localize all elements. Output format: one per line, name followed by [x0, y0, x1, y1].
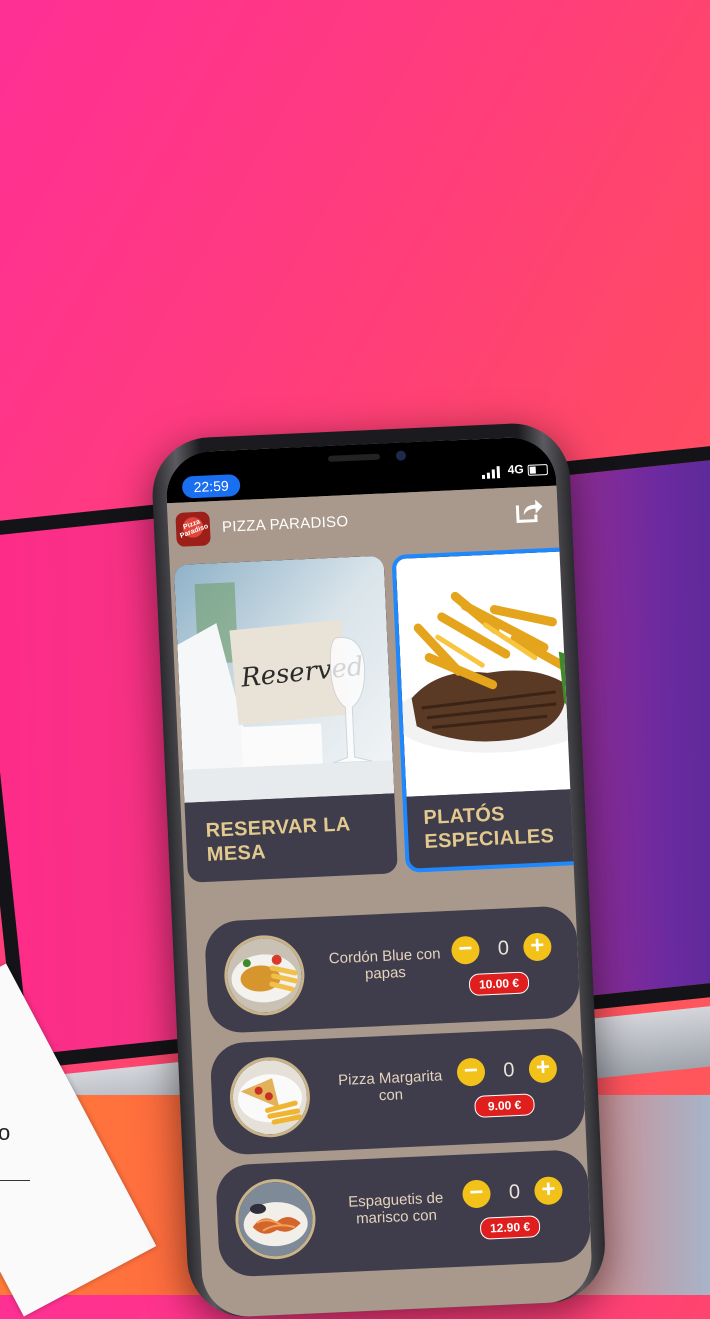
background-paper-line — [0, 1180, 30, 1181]
quantity-stepper: − 0 + — [456, 1054, 565, 1089]
price-badge: 10.00 € — [468, 971, 530, 997]
reserved-table-photo: Reserved — [173, 555, 395, 803]
dish-thumbnail — [228, 1055, 312, 1140]
status-time: 22:59 — [181, 473, 241, 499]
decrease-quantity-button[interactable]: − — [456, 1057, 486, 1087]
menu-item[interactable]: Cordón Blue con papas − 0 + 10.00 € — [203, 905, 581, 1034]
app-logo-text: Pizza Paradiso — [179, 518, 210, 540]
quantity-value: 0 — [508, 1180, 521, 1204]
notch — [269, 440, 451, 483]
app-logo[interactable]: Pizza Paradiso — [175, 511, 211, 547]
menu-item[interactable]: Pizza Margarita con − 0 + 9.00 € — [209, 1027, 587, 1156]
quantity-stepper: − 0 + — [461, 1175, 571, 1211]
dish-name: Cordón Blue con papas — [328, 945, 441, 983]
dish-name: Pizza Margarita con — [337, 1067, 443, 1105]
price-badge: 12.90 € — [479, 1215, 541, 1240]
decrease-quantity-button[interactable]: − — [450, 935, 481, 965]
quantity-stepper: − 0 + — [450, 932, 560, 967]
share-icon[interactable] — [513, 494, 544, 525]
reserve-table-label: RESERVAR LA MESA — [205, 813, 351, 866]
decrease-quantity-button[interactable]: − — [461, 1179, 492, 1209]
dish-thumbnail — [233, 1177, 318, 1261]
app-title: PIZZA PARADISO — [221, 513, 349, 536]
increase-quantity-button[interactable]: + — [533, 1175, 564, 1206]
increase-quantity-button[interactable]: + — [528, 1054, 558, 1084]
menu-list: Cordón Blue con papas − 0 + 10.00 € Pizz… — [203, 905, 592, 1287]
reserve-table-card[interactable]: Reserved RESERVAR LA MESA — [173, 555, 398, 883]
speaker — [327, 453, 381, 462]
background-paper-mark: o — [0, 1120, 11, 1145]
special-dishes-card[interactable]: PLATÓS ESPECIALES — [391, 545, 594, 873]
price-badge: 9.00 € — [474, 1093, 536, 1118]
signal-icon — [481, 466, 501, 479]
dish-thumbnail — [222, 933, 307, 1018]
battery-icon — [527, 463, 548, 476]
steak-fries-photo — [395, 549, 594, 797]
special-dishes-label: PLATÓS ESPECIALES — [422, 803, 555, 853]
quantity-value: 0 — [502, 1059, 516, 1082]
menu-item[interactable]: Espaguetis de marisco con − 0 + 12.90 € — [214, 1148, 592, 1278]
quantity-value: 0 — [497, 937, 510, 960]
front-camera — [395, 450, 407, 461]
phone-screen: 22:59 4G Pizza Paradiso PIZZA PARADISO R… — [164, 435, 594, 1319]
dish-name: Espaguetis de marisco con — [347, 1189, 444, 1228]
increase-quantity-button[interactable]: + — [522, 932, 553, 962]
network-type: 4G — [507, 462, 525, 477]
phone-mockup: 22:59 4G Pizza Paradiso PIZZA PARADISO R… — [150, 421, 608, 1319]
